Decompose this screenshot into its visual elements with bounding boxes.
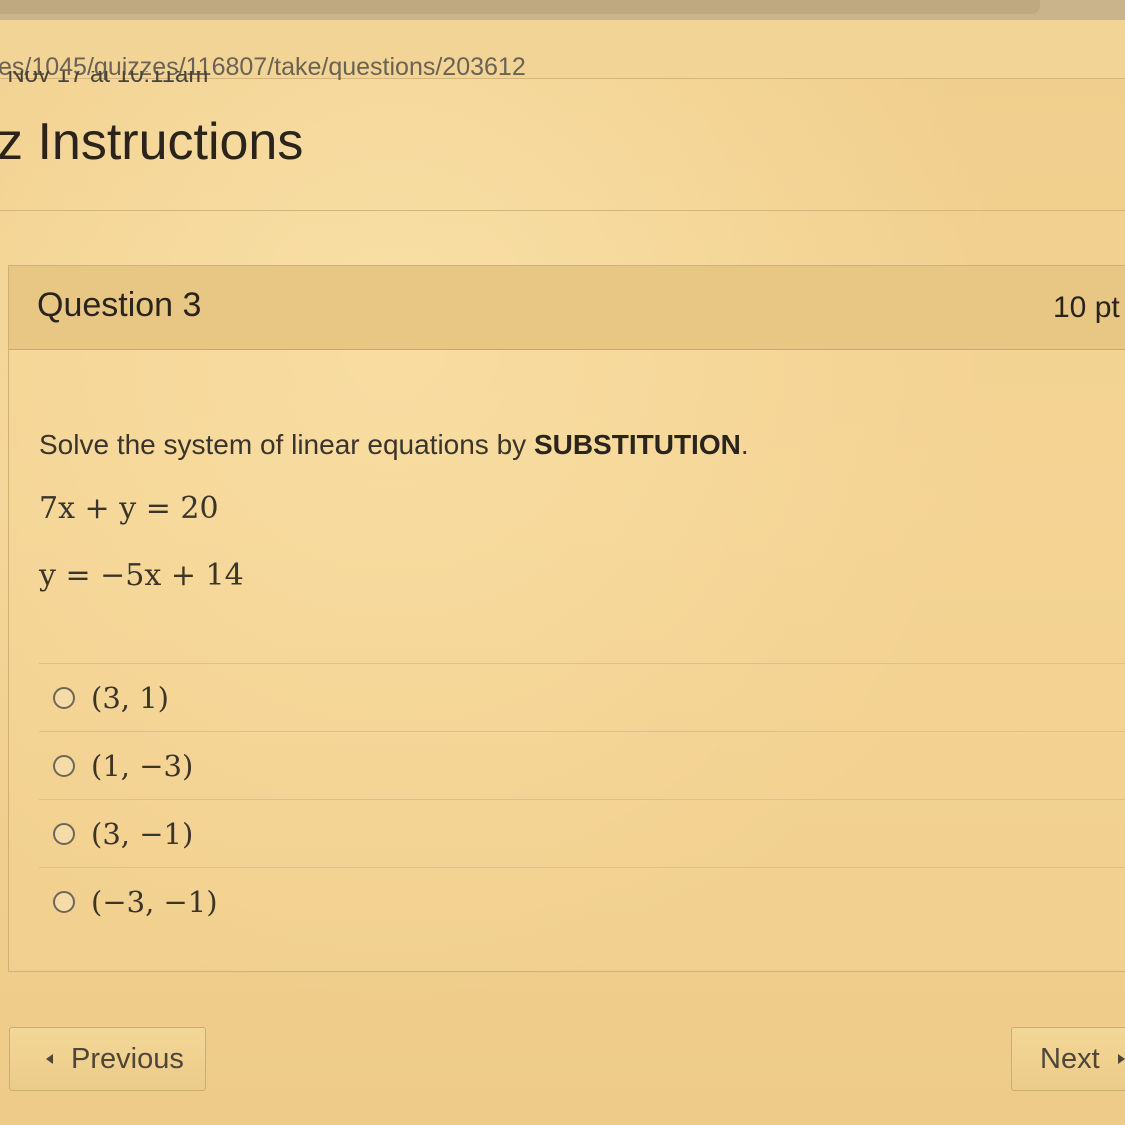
prompt-text: Solve the system of linear equations by	[39, 429, 534, 460]
previous-label: Previous	[71, 1042, 184, 1075]
equation-1: 7x + y = 20	[39, 491, 219, 526]
prompt-emphasis: SUBSTITUTION	[533, 429, 741, 460]
triangle-right-icon	[1117, 1054, 1125, 1064]
next-button[interactable]: Next	[1011, 1027, 1125, 1091]
radio-button[interactable]	[53, 822, 75, 845]
quiz-meta-text: : Nov 17 at 10:11am	[0, 71, 209, 88]
page: es/1045/quizzes/116807/take/questions/20…	[0, 0, 1125, 1125]
equation-2: y = −5x + 14	[39, 558, 244, 593]
answer-option-3[interactable]: (3, −1)	[39, 799, 1125, 867]
prompt-period: .	[740, 429, 749, 460]
answer-option-2[interactable]: (1, −3)	[39, 731, 1125, 799]
answer-option-4[interactable]: (−3, −1)	[39, 867, 1125, 935]
radio-button[interactable]	[53, 754, 75, 777]
question-card: Question 3 10 pt Solve the system of lin…	[8, 265, 1125, 972]
answer-label: (−3, −1)	[91, 884, 218, 919]
answer-label: (3, −1)	[91, 816, 194, 851]
answer-list: (3, 1) (1, −3) (3, −1) (−3, −1)	[39, 663, 1125, 935]
next-label: Next	[1040, 1042, 1100, 1075]
question-label: Question 3	[37, 286, 202, 324]
quiz-meta-line: : Nov 17 at 10:11am	[0, 71, 294, 93]
triangle-left-icon	[46, 1054, 53, 1064]
question-prompt: Solve the system of linear equations by …	[39, 429, 749, 461]
question-points: 10 pt	[1053, 291, 1120, 324]
radio-button[interactable]	[53, 686, 75, 709]
browser-top-chrome	[0, 0, 1125, 20]
previous-button[interactable]: Previous	[9, 1027, 206, 1091]
browser-tab-strip	[0, 0, 1040, 14]
page-title: z Instructions	[0, 113, 304, 171]
answer-option-1[interactable]: (3, 1)	[39, 663, 1125, 731]
radio-button[interactable]	[53, 890, 75, 913]
title-divider	[0, 210, 1125, 211]
question-header: Question 3 10 pt	[9, 266, 1125, 350]
answer-label: (3, 1)	[91, 680, 169, 715]
answer-label: (1, −3)	[91, 748, 194, 783]
